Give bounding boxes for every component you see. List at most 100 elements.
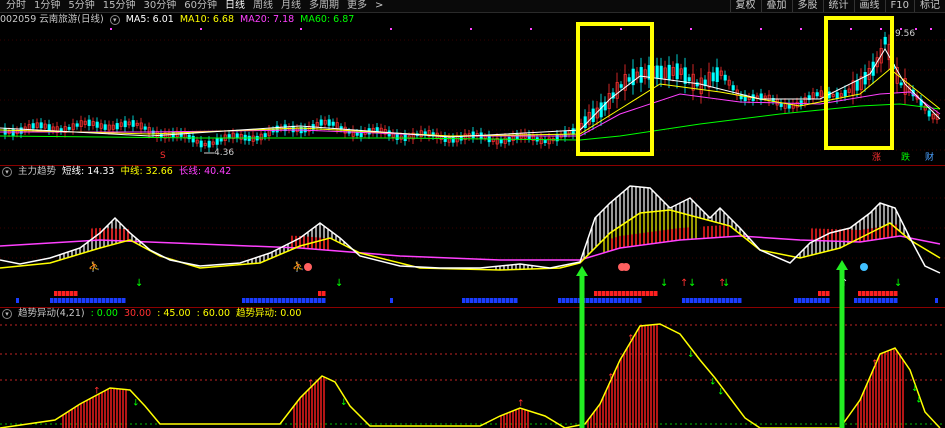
signal-block-red — [874, 291, 878, 296]
signal-block-blue — [570, 298, 574, 303]
collapse-circle-icon[interactable]: ▾ — [2, 309, 12, 319]
top-marker — [930, 28, 932, 30]
tab-5[interactable]: 60分钟 — [180, 0, 221, 12]
candle — [3, 127, 7, 135]
tool-buttons: 复权 叠加 多股 统计 画线 F10 标记 — [729, 0, 945, 12]
signal-block-blue — [310, 298, 314, 303]
osc-signal: 趋势异动: 0.00 — [236, 308, 302, 319]
short-value: 短线: 14.33 — [62, 166, 115, 177]
more-arrow-icon[interactable]: > — [371, 0, 387, 12]
signal-block-red — [606, 291, 610, 296]
tab-6[interactable]: 日线 — [221, 0, 249, 12]
tab-8[interactable]: 月线 — [277, 0, 305, 12]
signal-block-red — [894, 291, 898, 296]
signal-block-blue — [462, 298, 466, 303]
signal-block-blue — [682, 298, 686, 303]
osc-arrow-icon: ↑ — [871, 359, 879, 369]
tool-0[interactable]: 复权 — [729, 0, 761, 12]
candle — [31, 123, 35, 129]
signal-block-blue — [274, 298, 278, 303]
signal-block-blue — [874, 298, 878, 303]
tool-1[interactable]: 叠加 — [760, 0, 792, 12]
tool-5[interactable]: F10 — [884, 0, 914, 12]
signal-block-blue — [86, 298, 90, 303]
tab-0[interactable]: 分时 — [2, 0, 30, 12]
tag-zhang[interactable]: 涨 — [872, 153, 881, 163]
signal-block-blue — [16, 298, 19, 303]
signal-block-blue — [730, 298, 734, 303]
osc-v0: : 0.00 — [90, 308, 118, 319]
signal-block-red — [58, 291, 62, 296]
signal-block-blue — [738, 298, 742, 303]
candle — [667, 64, 671, 80]
tab-2[interactable]: 5分钟 — [64, 0, 98, 12]
signal-block-blue — [250, 298, 254, 303]
signal-block-blue — [82, 298, 86, 303]
signal-block-blue — [818, 298, 822, 303]
signal-ball-icon — [304, 263, 312, 271]
candle — [619, 84, 623, 88]
signal-block-red — [818, 291, 822, 296]
candle — [319, 119, 323, 126]
signal-block-blue — [290, 298, 294, 303]
top-marker — [300, 28, 302, 30]
small-arrow-icon: ↓ — [894, 278, 902, 289]
signal-block-red — [878, 291, 882, 296]
signal-block-blue — [294, 298, 298, 303]
tag-cai[interactable]: 财 — [925, 153, 934, 163]
tag-die[interactable]: 跌 — [901, 153, 910, 163]
signal-block-blue — [106, 298, 110, 303]
tab-1[interactable]: 1分钟 — [30, 0, 64, 12]
candle — [835, 92, 839, 99]
tab-9[interactable]: 多周期 — [305, 0, 343, 12]
tab-4[interactable]: 30分钟 — [139, 0, 180, 12]
signal-block-blue — [298, 298, 302, 303]
osc-title: 趋势异动(4,21) — [18, 308, 85, 319]
signal-block-blue — [794, 298, 798, 303]
candle — [927, 110, 931, 117]
signal-block-red — [598, 291, 602, 296]
candle — [47, 124, 51, 131]
signal-ball-icon — [622, 263, 630, 271]
collapse-circle-icon[interactable]: ▾ — [2, 167, 12, 177]
osc-arrow-icon: ↓ — [340, 398, 348, 408]
signal-block-blue — [878, 298, 882, 303]
tool-6[interactable]: 标记 — [914, 0, 945, 12]
signal-block-blue — [282, 298, 286, 303]
signal-block-blue — [54, 298, 58, 303]
top-marker — [690, 28, 692, 30]
signal-block-blue — [510, 298, 514, 303]
signal-block-blue — [862, 298, 866, 303]
highlight-box — [824, 16, 894, 150]
candle — [115, 123, 119, 130]
osc-arrow-icon: ↑ — [607, 373, 615, 383]
osc-arrow-icon: ↓ — [915, 395, 923, 405]
candle — [191, 135, 195, 143]
signal-block-blue — [278, 298, 282, 303]
signal-block-red — [630, 291, 634, 296]
signal-block-blue — [806, 298, 810, 303]
candle — [39, 122, 43, 129]
oscillator-chart[interactable]: ↑↓ ↓↑↑↑↑↓↓↓↑↓↓ — [0, 320, 945, 428]
tool-3[interactable]: 统计 — [822, 0, 854, 12]
signal-block-blue — [494, 298, 498, 303]
long-line — [0, 235, 941, 261]
top-marker — [200, 28, 202, 30]
tool-4[interactable]: 画线 — [853, 0, 885, 12]
candle — [327, 119, 331, 126]
trend-chart[interactable]: ⛹ ⛹↓ ↓ ↓ ↑ ↓ ↑↓ ↓↑ — [0, 178, 945, 306]
small-arrow-icon: ↑ — [840, 278, 848, 289]
signal-block-blue — [98, 298, 102, 303]
signal-block-red — [890, 291, 894, 296]
tool-2[interactable]: 多股 — [791, 0, 823, 12]
signal-block-blue — [286, 298, 290, 303]
signal-block-red — [870, 291, 874, 296]
tab-3[interactable]: 15分钟 — [99, 0, 140, 12]
tab-10[interactable]: 更多 — [343, 0, 371, 12]
signal-block-blue — [122, 298, 126, 303]
signal-block-blue — [894, 298, 898, 303]
price-chart[interactable] — [0, 14, 945, 164]
signal-block-red — [862, 291, 866, 296]
osc-arrow-icon: ↓ — [911, 384, 919, 394]
tab-7[interactable]: 周线 — [249, 0, 277, 12]
